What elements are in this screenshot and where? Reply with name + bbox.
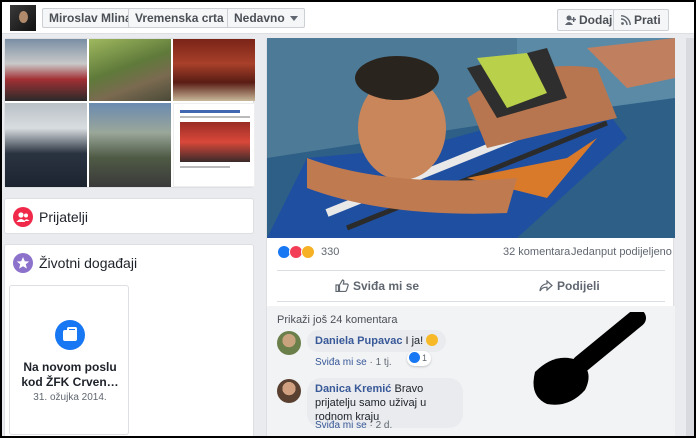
comment-bubble: Daniela Pupavac I ja! xyxy=(307,330,447,352)
screenshot-frame: Miroslav Mlinar Vremenska crta Nedavno D… xyxy=(0,0,696,438)
friends-card[interactable]: Prijatelji xyxy=(4,198,254,234)
photo-thumbnail[interactable] xyxy=(5,39,87,101)
share-label: Podijeli xyxy=(557,279,600,293)
profile-name: Miroslav Mlinar xyxy=(49,11,137,25)
add-friend-label: Dodaj xyxy=(579,13,613,27)
photo-thumbnail[interactable] xyxy=(89,103,171,187)
comment-time[interactable]: 2 d. xyxy=(376,420,393,431)
follow-label: Prati xyxy=(634,13,661,27)
avatar[interactable] xyxy=(277,331,301,355)
life-events-card: Životni događaji Na novom poslu kod ŽFK … xyxy=(4,244,254,436)
shares-count[interactable]: Jedanput podijeljeno xyxy=(571,246,672,258)
rss-icon xyxy=(620,15,631,26)
photo-thumbnail[interactable] xyxy=(173,39,255,101)
comment-meta: Sviđa mi se · 1 tj. xyxy=(315,357,392,368)
photo-thumbnail[interactable] xyxy=(173,103,255,187)
friends-title: Prijatelji xyxy=(39,209,89,225)
comments-section: Prikaži još 24 komentara Daniela Pupavac… xyxy=(267,306,675,436)
profile-top-bar: Miroslav Mlinar Vremenska crta Nedavno D… xyxy=(2,2,694,34)
comment-like-link[interactable]: Sviđa mi se xyxy=(315,357,367,368)
wow-reaction-icon xyxy=(301,245,315,259)
recent-dropdown[interactable]: Nedavno xyxy=(227,8,305,28)
photo-thumbnail[interactable] xyxy=(89,39,171,101)
star-icon xyxy=(13,253,33,273)
photo-thumbnail[interactable] xyxy=(5,103,87,187)
share-icon xyxy=(539,279,553,292)
comment-reaction-count: 1 xyxy=(422,353,428,363)
show-more-comments-link[interactable]: Prikaži još 24 komentara xyxy=(277,314,397,326)
post-photo[interactable] xyxy=(267,38,675,238)
chevron-down-icon xyxy=(289,16,298,22)
post-actions: Sviđa mi se Podijeli xyxy=(277,270,665,302)
reaction-count[interactable]: 330 xyxy=(321,246,339,258)
comment-time[interactable]: 1 tj. xyxy=(376,357,392,368)
comment-like-link[interactable]: Sviđa mi se xyxy=(315,420,367,431)
like-icon xyxy=(335,279,349,293)
life-event-tile[interactable]: Na novom poslu kod ŽFK Crven… 31. ožujka… xyxy=(9,285,129,435)
life-events-title: Životni događaji xyxy=(39,255,138,271)
post-card: 330 32 komentara Jedanput podijeljeno Sv… xyxy=(266,38,675,436)
like-label: Sviđa mi se xyxy=(353,279,420,293)
avatar[interactable] xyxy=(277,379,301,403)
profile-avatar[interactable] xyxy=(10,5,36,31)
like-button[interactable]: Sviđa mi se xyxy=(335,279,419,293)
comment-reactions[interactable]: 1 xyxy=(407,351,432,366)
comment-meta: Sviđa mi se · 2 d. xyxy=(315,420,393,431)
scrollbar[interactable] xyxy=(686,38,694,436)
briefcase-icon xyxy=(55,320,85,350)
life-event-title: Na novom poslu kod ŽFK Crven… xyxy=(21,360,119,389)
follow-button[interactable]: Prati xyxy=(613,9,669,31)
like-reaction-icon xyxy=(409,352,420,363)
photos-grid xyxy=(4,38,255,188)
smiley-icon xyxy=(426,334,439,346)
friends-icon xyxy=(13,207,33,227)
post-stats: 330 32 komentara Jedanput podijeljeno xyxy=(267,242,675,266)
recent-label: Nedavno xyxy=(234,11,285,25)
share-button[interactable]: Podijeli xyxy=(539,279,600,293)
drawn-arrow-annotation xyxy=(533,312,646,405)
add-friend-icon xyxy=(565,15,577,25)
add-friend-button[interactable]: Dodaj xyxy=(557,9,621,31)
commenter-name[interactable]: Danica Kremić xyxy=(315,383,391,395)
comment-text: I ja! xyxy=(405,335,424,347)
life-event-date: 31. ožujka 2014. xyxy=(33,392,107,403)
timeline-label: Vremenska crta xyxy=(135,11,224,25)
commenter-name[interactable]: Daniela Pupavac xyxy=(315,335,402,347)
comments-count[interactable]: 32 komentara xyxy=(503,246,570,258)
